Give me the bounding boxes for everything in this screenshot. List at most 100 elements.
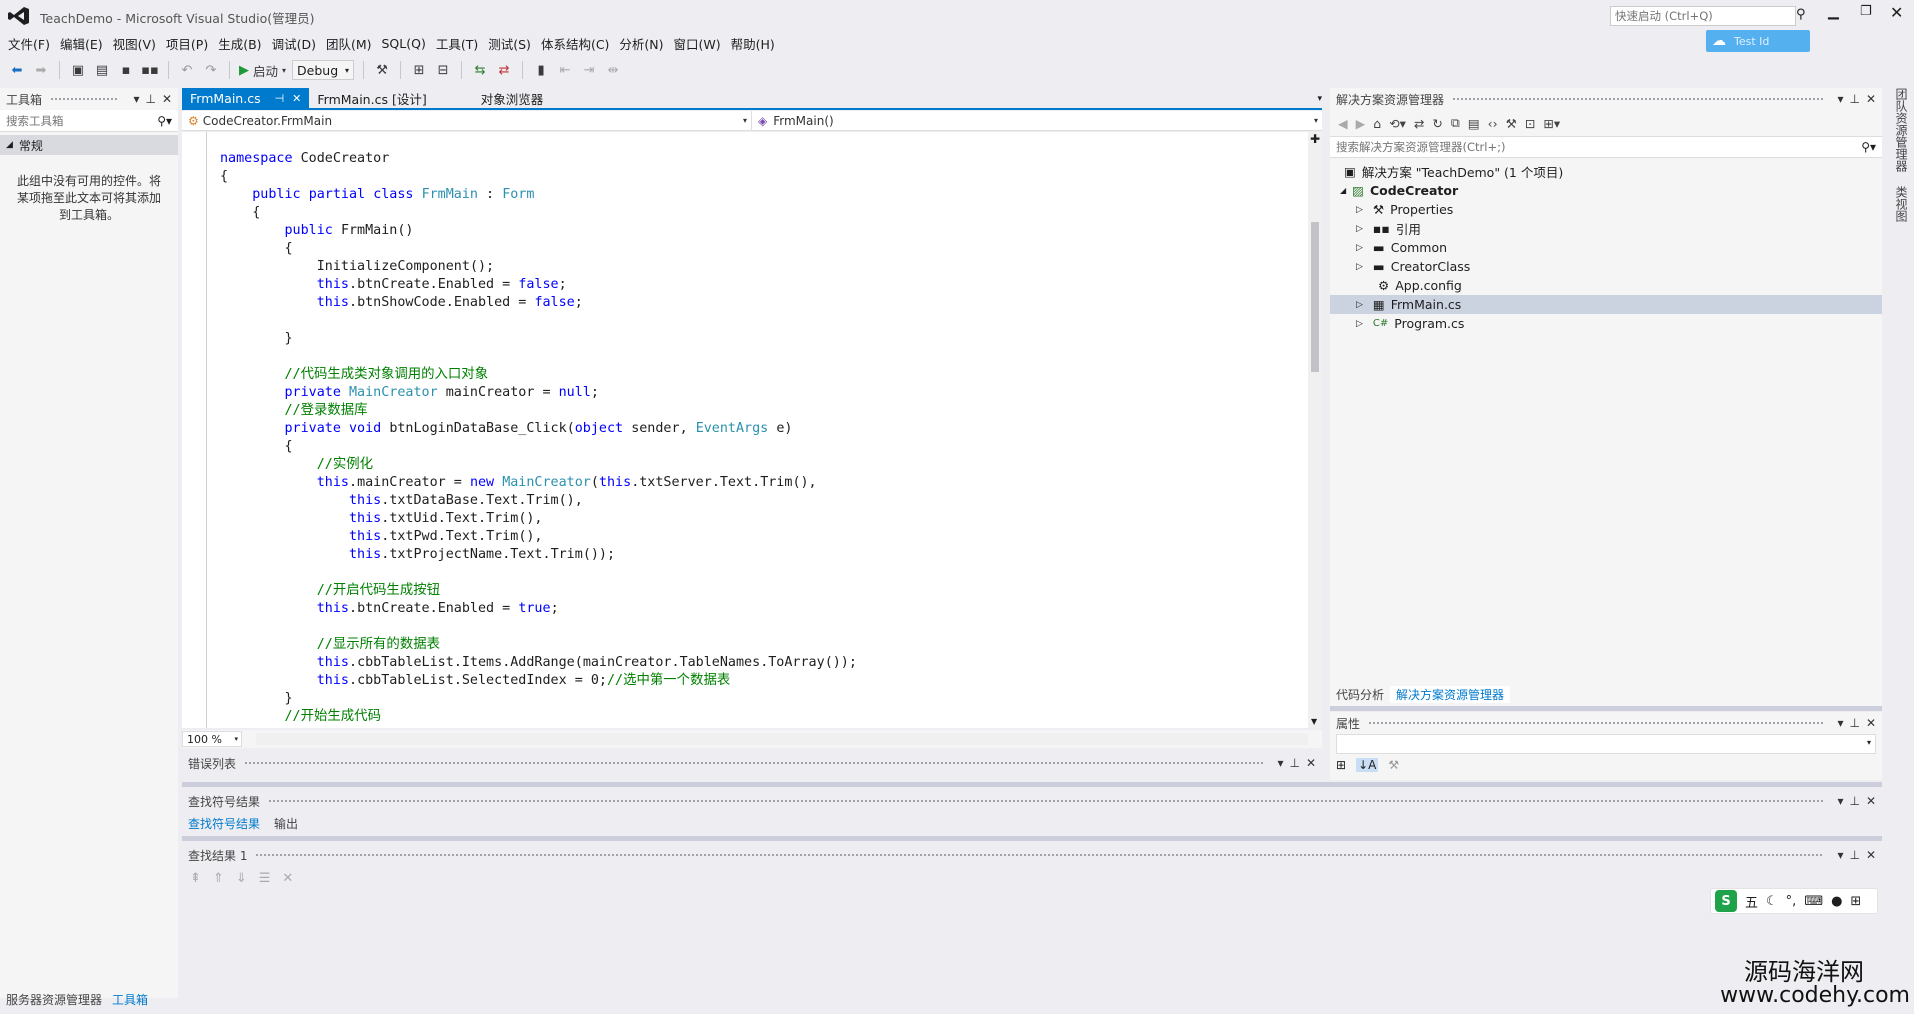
- close-icon[interactable]: ✕: [1866, 92, 1876, 106]
- tree-item-appconfig[interactable]: ⚙ App.config: [1330, 276, 1882, 295]
- view-code-icon[interactable]: ‹›: [1488, 116, 1498, 131]
- code-line[interactable]: this.txtDataBase.Text.Trim(),: [220, 492, 857, 510]
- code-line[interactable]: [220, 348, 857, 366]
- tree-solution-root[interactable]: ▣ 解决方案 "TeachDemo" (1 个项目): [1330, 162, 1882, 181]
- search-icon[interactable]: ⚲: [1796, 7, 1806, 22]
- save-all-icon[interactable]: ▪▪: [141, 60, 159, 80]
- class-dropdown[interactable]: ⚙ CodeCreator.FrmMain ▾: [182, 111, 752, 130]
- next-bookmark-icon[interactable]: ⇥: [580, 60, 598, 80]
- pin-icon[interactable]: ⊥: [1849, 848, 1859, 862]
- tab-toolbox[interactable]: 工具箱: [106, 991, 154, 1008]
- editor-vertical-scrollbar[interactable]: ✚ ▼: [1308, 132, 1322, 728]
- code-line[interactable]: }: [220, 690, 857, 708]
- code-line[interactable]: this.txtPwd.Text.Trim(),: [220, 528, 857, 546]
- menu-item[interactable]: 视图(V): [113, 34, 166, 53]
- class-diagram-icon[interactable]: ⊞▾: [1543, 116, 1560, 131]
- show-all-files-icon[interactable]: ▤: [1468, 116, 1480, 131]
- minimize-button[interactable]: ▁: [1828, 4, 1839, 20]
- format-icon[interactable]: ⊟: [434, 60, 452, 80]
- properties-icon[interactable]: ⚒: [1506, 116, 1517, 131]
- tab-server-explorer[interactable]: 服务器资源管理器: [0, 991, 106, 1008]
- split-icon[interactable]: ✚: [1310, 132, 1320, 146]
- code-line[interactable]: [220, 618, 857, 636]
- comment-icon[interactable]: ⇆: [471, 60, 489, 80]
- new-project-icon[interactable]: ▣: [69, 60, 87, 80]
- grid-icon[interactable]: ⊞: [1850, 894, 1861, 909]
- code-line[interactable]: this.txtUid.Text.Trim(),: [220, 510, 857, 528]
- preview-icon[interactable]: ⊡: [1525, 116, 1535, 131]
- home-icon[interactable]: ⌂: [1373, 116, 1381, 131]
- sync-icon[interactable]: ⟲▾: [1389, 116, 1406, 131]
- pin-icon[interactable]: ⊣: [275, 92, 285, 105]
- code-line[interactable]: //登录数据库: [220, 402, 857, 420]
- code-line[interactable]: this.cbbTableList.Items.AddRange(mainCre…: [220, 654, 857, 672]
- find-icon[interactable]: ⚒: [373, 60, 391, 80]
- code-line[interactable]: }: [220, 330, 857, 348]
- go-to-location-icon[interactable]: ⇞: [190, 871, 201, 886]
- moon-icon[interactable]: ☾: [1766, 894, 1778, 909]
- tab-frmmain-cs[interactable]: FrmMain.cs ⊣ ✕: [182, 88, 310, 108]
- tree-item-common[interactable]: ▷ ▬ Common: [1330, 238, 1882, 257]
- code-line[interactable]: //开启代码生成按钮: [220, 582, 857, 600]
- tab-team-explorer[interactable]: 团队资源管理器: [1894, 88, 1908, 172]
- solution-search[interactable]: ⚲▾: [1330, 136, 1882, 158]
- menu-item[interactable]: SQL(Q): [382, 36, 436, 51]
- undo-icon[interactable]: ↶: [178, 60, 196, 80]
- back-icon[interactable]: ◀: [1338, 116, 1348, 131]
- menu-item[interactable]: 窗口(W): [674, 34, 731, 53]
- back-icon[interactable]: ⬅: [8, 60, 26, 80]
- open-file-icon[interactable]: ▤: [93, 60, 111, 80]
- code-line[interactable]: {: [220, 204, 857, 222]
- code-line[interactable]: [220, 564, 857, 582]
- tree-item-properties[interactable]: ▷ ⚒ Properties: [1330, 200, 1882, 219]
- menu-item[interactable]: 帮助(H): [731, 34, 785, 53]
- prev-bookmark-icon[interactable]: ⇤: [556, 60, 574, 80]
- scroll-thumb[interactable]: [1311, 222, 1319, 372]
- code-line[interactable]: InitializeComponent();: [220, 258, 857, 276]
- code-line[interactable]: //开始生成代码: [220, 708, 857, 726]
- tab-object-browser[interactable]: 对象浏览器: [473, 88, 552, 108]
- code-line[interactable]: private MainCreator mainCreator = null;: [220, 384, 857, 402]
- menu-item[interactable]: 文件(F): [8, 34, 60, 53]
- code-line[interactable]: private void btnLoginDataBase_Click(obje…: [220, 420, 857, 438]
- pin-icon[interactable]: ⊥: [145, 92, 155, 106]
- pin-icon[interactable]: ⊥: [1849, 794, 1859, 808]
- uncomment-icon[interactable]: ⇄: [495, 60, 513, 80]
- code-line[interactable]: namespace CodeCreator: [220, 150, 857, 168]
- menu-item[interactable]: 工具(T): [436, 34, 488, 53]
- scroll-down-icon[interactable]: ▼: [1311, 717, 1317, 726]
- close-icon[interactable]: ✕: [1866, 794, 1876, 808]
- code-editor[interactable]: namespace CodeCreator{ public partial cl…: [182, 132, 1308, 728]
- code-line[interactable]: //实例化: [220, 456, 857, 474]
- config-select[interactable]: Debug ▾: [292, 60, 355, 80]
- menu-item[interactable]: 分析(N): [619, 34, 673, 53]
- toolbox-search[interactable]: ⚲▾: [0, 110, 178, 132]
- ime-toolbar[interactable]: S 五 ☾ °, ⌨ ● ⊞: [1710, 888, 1878, 914]
- solution-search-input[interactable]: [1336, 140, 1862, 154]
- tree-item-frmmain[interactable]: ▷ ▦ FrmMain.cs: [1330, 295, 1882, 314]
- pin-icon[interactable]: ⊥: [1849, 92, 1859, 106]
- tab-find-symbol[interactable]: 查找符号结果: [182, 815, 268, 832]
- code-line[interactable]: this.txtProjectName.Text.Trim());: [220, 546, 857, 564]
- code-line[interactable]: public FrmMain(): [220, 222, 857, 240]
- tree-item-creatorclass[interactable]: ▷ ▬ CreatorClass: [1330, 257, 1882, 276]
- menu-item[interactable]: 编辑(E): [60, 34, 113, 53]
- chevron-down-icon[interactable]: ▾: [1317, 94, 1322, 108]
- tab-output[interactable]: 输出: [268, 815, 304, 832]
- chevron-down-icon[interactable]: ▾: [1837, 848, 1843, 862]
- tab-frmmain-design[interactable]: FrmMain.cs [设计]: [309, 88, 434, 108]
- sync-with-document-icon[interactable]: ⇄: [1414, 116, 1424, 131]
- start-debug-button[interactable]: ▶ 启动 ▾: [239, 60, 286, 80]
- close-icon[interactable]: ✕: [162, 92, 172, 106]
- code-line[interactable]: {: [220, 168, 857, 186]
- search-icon[interactable]: ⚲▾: [157, 114, 172, 128]
- close-icon[interactable]: ✕: [1306, 756, 1316, 770]
- tree-item-program[interactable]: ▷ C# Program.cs: [1330, 314, 1882, 333]
- code-line[interactable]: //代码生成类对象调用的入口对象: [220, 366, 857, 384]
- close-window-button[interactable]: ✕: [1890, 3, 1903, 22]
- close-icon[interactable]: ✕: [1866, 716, 1876, 730]
- zoom-select[interactable]: 100 % ▾: [182, 731, 242, 747]
- redo-icon[interactable]: ↷: [202, 60, 220, 80]
- user-icon[interactable]: ●: [1831, 894, 1842, 909]
- collapse-all-icon[interactable]: ⧉: [1451, 115, 1460, 131]
